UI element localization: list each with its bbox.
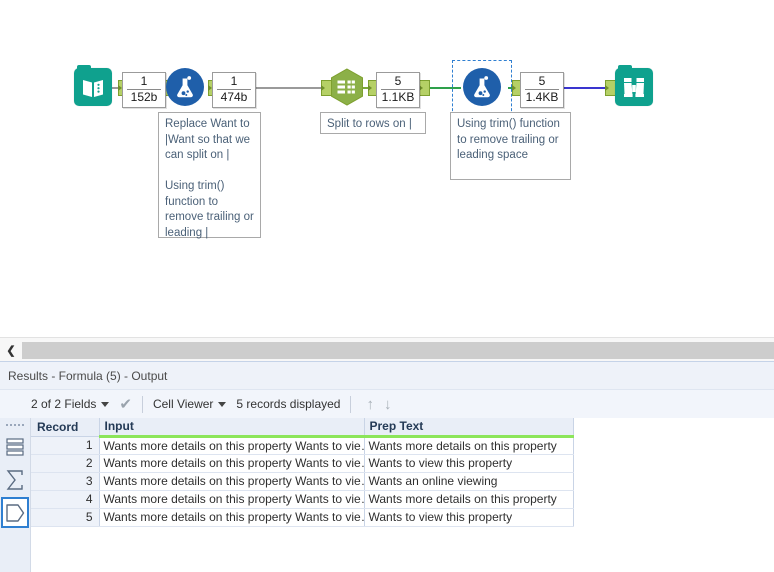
record-count-value: 1 xyxy=(217,74,251,90)
annotation-formula-1[interactable]: Replace Want to |Want so that we can spl… xyxy=(158,112,261,239)
record-size-value: 152b xyxy=(130,90,158,104)
tool-input-data[interactable] xyxy=(74,65,112,106)
table-row[interactable]: 3 Wants more details on this property Wa… xyxy=(31,472,574,491)
record-count-value: 1 xyxy=(127,74,161,90)
collapse-left-chevron-icon[interactable]: ❮ xyxy=(0,338,22,362)
pentagon-icon[interactable] xyxy=(1,497,29,528)
cell-prep-text[interactable]: Wants more details on this property xyxy=(364,436,574,455)
record-count-value: 5 xyxy=(525,74,559,90)
cell-input[interactable]: Wants more details on this property Want… xyxy=(99,436,365,455)
splitter-drag-bar[interactable] xyxy=(22,341,774,359)
book-icon xyxy=(74,65,112,106)
cell-prep-text[interactable]: Wants to view this property xyxy=(364,508,574,527)
results-title: Results - Formula (5) - Output xyxy=(0,361,774,390)
results-side-rail xyxy=(0,418,31,572)
data-rows-icon[interactable] xyxy=(1,431,29,462)
cell-input[interactable]: Wants more details on this property Want… xyxy=(99,490,365,509)
tool-formula-1[interactable] xyxy=(166,68,204,106)
results-panel: Results - Formula (5) - Output 2 of 2 Fi… xyxy=(0,361,774,572)
cell-viewer-selector[interactable]: Cell Viewer xyxy=(152,397,227,411)
column-header-input[interactable]: Input xyxy=(99,418,365,438)
table-row[interactable]: 4 Wants more details on this property Wa… xyxy=(31,490,574,509)
apply-check-icon[interactable]: ✔ xyxy=(119,397,132,412)
cell-prep-text[interactable]: Wants more details on this property xyxy=(364,490,574,509)
scroll-up-icon[interactable]: ↑ xyxy=(361,397,379,412)
record-count-box-2: 1 474b xyxy=(212,72,256,108)
fields-selector[interactable]: 2 of 2 Fields xyxy=(31,397,110,411)
record-count-value: 5 xyxy=(381,74,415,90)
cell-input[interactable]: Wants more details on this property Want… xyxy=(99,454,365,473)
rail-grip-icon[interactable] xyxy=(0,418,30,429)
binoculars-icon xyxy=(615,65,653,106)
table-header-row: Record Input Prep Text xyxy=(31,418,574,438)
cell-record: 5 xyxy=(31,508,100,527)
column-header-record[interactable]: Record xyxy=(31,418,100,437)
panel-splitter[interactable]: ❮ xyxy=(0,337,774,362)
cell-input[interactable]: Wants more details on this property Want… xyxy=(99,472,365,491)
toolbar-divider xyxy=(141,395,143,413)
sigma-icon[interactable] xyxy=(1,464,29,495)
annotation-formula-2[interactable]: Using trim() function to remove trailing… xyxy=(450,112,571,180)
results-title-text: Results - Formula (5) - Output xyxy=(8,368,168,383)
record-count-box-3: 5 1.1KB xyxy=(376,72,420,108)
table-row[interactable]: 5 Wants more details on this property Wa… xyxy=(31,508,574,527)
workflow-canvas[interactable]: 1 152b 1 474b Replace Want to |Want so t… xyxy=(0,0,774,337)
record-size-value: 1.4KB xyxy=(525,90,559,104)
cell-input[interactable]: Wants more details on this property Want… xyxy=(99,508,365,527)
table-hexagon-icon xyxy=(328,68,366,106)
chevron-down-icon[interactable] xyxy=(218,401,227,407)
cell-record: 3 xyxy=(31,472,100,491)
tool-text-to-columns[interactable] xyxy=(328,68,366,106)
results-table[interactable]: Record Input Prep Text 1 Wants more deta… xyxy=(31,418,574,527)
cell-record: 2 xyxy=(31,454,100,473)
cell-record: 1 xyxy=(31,436,100,455)
flask-icon xyxy=(166,68,204,106)
toolbar-divider xyxy=(350,395,352,413)
flask-icon xyxy=(463,68,501,106)
chevron-down-icon[interactable] xyxy=(101,401,110,407)
record-count-box-1: 1 152b xyxy=(122,72,166,108)
connection-formula1-to-split[interactable] xyxy=(253,87,325,89)
records-displayed-label: 5 records displayed xyxy=(236,397,341,411)
scroll-down-icon[interactable]: ↓ xyxy=(379,397,397,412)
tool-browse[interactable] xyxy=(615,65,653,106)
tool-formula-2[interactable] xyxy=(463,68,501,106)
record-count-box-4: 5 1.4KB xyxy=(520,72,564,108)
connector-plug-6[interactable] xyxy=(419,80,430,96)
annotation-text-to-columns[interactable]: Split to rows on | xyxy=(320,112,426,134)
results-toolbar: 2 of 2 Fields ✔ Cell Viewer 5 records di… xyxy=(0,390,774,418)
table-row[interactable]: 1 Wants more details on this property Wa… xyxy=(31,436,574,455)
connection-formula2-to-browse[interactable] xyxy=(558,87,610,89)
fields-label: 2 of 2 Fields xyxy=(31,397,97,411)
record-size-value: 474b xyxy=(220,90,248,104)
cell-record: 4 xyxy=(31,490,100,509)
cell-viewer-label: Cell Viewer xyxy=(152,397,214,411)
column-header-prep-text[interactable]: Prep Text xyxy=(364,418,574,438)
record-size-value: 1.1KB xyxy=(381,90,415,104)
cell-prep-text[interactable]: Wants an online viewing xyxy=(364,472,574,491)
cell-prep-text[interactable]: Wants to view this property xyxy=(364,454,574,473)
table-row[interactable]: 2 Wants more details on this property Wa… xyxy=(31,454,574,473)
